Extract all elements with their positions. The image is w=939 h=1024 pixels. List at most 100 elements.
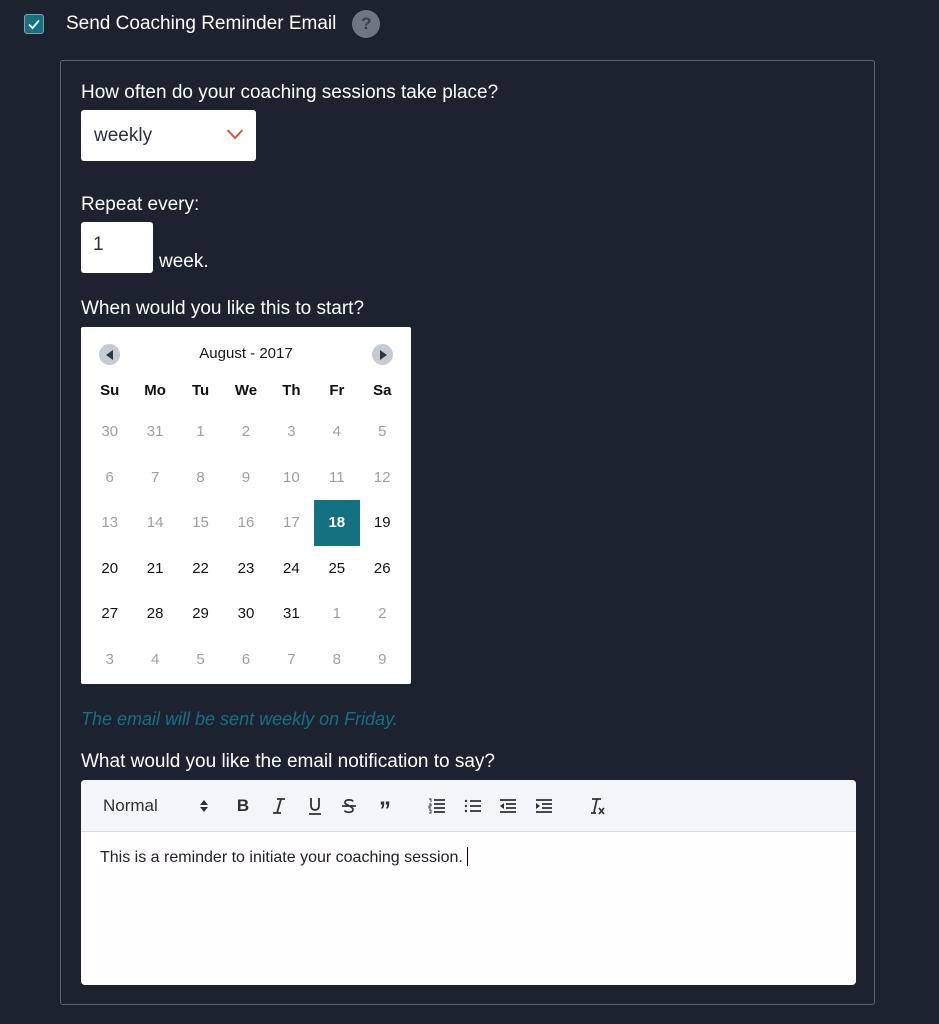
bold-icon: B	[236, 795, 250, 815]
calendar-day-disabled: 7	[287, 650, 296, 668]
calendar-day-disabled: 16	[237, 514, 255, 532]
calendar-day[interactable]: 28	[132, 591, 177, 637]
send-reminder-label: Send Coaching Reminder Email	[66, 13, 337, 34]
calendar-day[interactable]: 23	[223, 546, 268, 592]
indent-button[interactable]	[532, 780, 556, 831]
help-icon[interactable]: ?	[352, 10, 381, 38]
weekday-label: Sa	[373, 382, 392, 399]
calendar-day-disabled: 7	[150, 468, 160, 486]
calendar-day-disabled: 4	[150, 650, 160, 668]
calendar-day[interactable]: 31	[269, 591, 314, 637]
bullet-list-button[interactable]	[461, 780, 485, 831]
triangle-right-icon	[379, 349, 387, 360]
calendar-grid: Su Mo Tu We Th Fr Sa 30 31 1 2 3 4 5 6 7 8 9 10 11 12 13 14 15…	[87, 373, 405, 683]
next-month-button[interactable]	[372, 344, 393, 365]
frequency-select-value: weekly	[94, 124, 153, 146]
text-caret	[466, 847, 469, 866]
underline-icon	[309, 797, 321, 815]
calendar-day-selected[interactable]: 18	[314, 500, 360, 546]
calendar-day-disabled: 3	[105, 650, 114, 668]
chevron-down-icon	[226, 129, 244, 140]
calendar-day-disabled: 9	[241, 468, 251, 486]
bold-button[interactable]: B	[231, 780, 255, 831]
repeat-label: Repeat every:	[81, 194, 200, 215]
weekday-header: Su Mo Tu We Th Fr Sa	[87, 373, 405, 409]
calendar-day-disabled: 2	[241, 423, 251, 440]
quote-icon: ”	[379, 796, 391, 824]
calendar-day-disabled: 2	[378, 605, 387, 623]
calendar-day[interactable]: 24	[269, 546, 314, 592]
calendar-day[interactable]: 22	[178, 546, 223, 592]
ordered-list-icon	[428, 798, 445, 813]
calendar-day[interactable]: 27	[87, 591, 132, 637]
strikethrough-icon	[342, 798, 356, 813]
calendar-day-disabled: 14	[146, 514, 164, 532]
calendar-day[interactable]: 19	[360, 500, 405, 546]
calendar-month-title: August - 2017	[199, 345, 293, 362]
calendar-day-disabled: 9	[378, 650, 387, 668]
calendar-week-row: 13 14 15 16 17 18 19	[87, 500, 405, 546]
indent-icon	[536, 798, 552, 813]
calendar-day-disabled: 10	[283, 468, 300, 486]
message-question: What would you like the email notificati…	[81, 751, 495, 772]
calendar-day-disabled: 1	[196, 423, 205, 440]
calendar-day[interactable]: 26	[360, 546, 405, 592]
frequency-select[interactable]: weekly	[81, 110, 256, 161]
calendar-day-disabled: 11	[329, 468, 345, 486]
calendar-day-disabled: 8	[196, 468, 205, 486]
calendar-week-row: 6 7 8 9 10 11 12	[87, 455, 405, 501]
underline-button[interactable]	[303, 780, 327, 831]
calendar-day[interactable]: 25	[314, 546, 359, 592]
repeat-interval-input[interactable]: 1	[81, 222, 153, 273]
calendar-day-disabled: 1	[332, 605, 341, 623]
calendar-day-disabled: 5	[378, 423, 387, 440]
updown-arrows-icon	[200, 799, 208, 812]
weekday-label: Su	[100, 382, 120, 399]
calendar-day[interactable]: 29	[178, 591, 223, 637]
outdent-icon	[500, 798, 516, 813]
weekday-label: Tu	[191, 382, 210, 399]
weekday-label: Th	[282, 382, 301, 399]
calendar-day-disabled: 6	[105, 468, 114, 486]
weekday-label: We	[234, 382, 258, 399]
calendar-day-disabled: 12	[373, 468, 391, 486]
send-reminder-checkbox[interactable]	[24, 14, 44, 34]
clear-format-button[interactable]	[586, 780, 610, 831]
italic-icon	[273, 797, 285, 814]
calendar-day[interactable]: 30	[223, 591, 268, 637]
calendar-day-disabled: 8	[332, 650, 341, 668]
send-reminder-row: Send Coaching Reminder Email ?	[24, 10, 381, 38]
format-select-value: Normal	[103, 795, 158, 815]
calendar-day-disabled: 5	[196, 650, 205, 668]
strikethrough-button[interactable]	[337, 780, 361, 831]
calendar-week-row: 20 21 22 23 24 25 26	[87, 546, 405, 592]
format-select[interactable]: Normal	[103, 780, 208, 831]
outdent-button[interactable]	[496, 780, 520, 831]
weekday-label: Mo	[144, 382, 166, 399]
start-question: When would you like this to start?	[81, 298, 365, 319]
calendar-day-disabled: 17	[283, 514, 300, 532]
frequency-question: How often do your coaching sessions take…	[81, 82, 499, 103]
calendar-day[interactable]: 21	[132, 546, 177, 592]
calendar-day-disabled: 30	[101, 423, 119, 440]
message-body-editor[interactable]: This is a reminder to initiate your coac…	[81, 832, 856, 882]
start-date-calendar: August - 2017 Su Mo Tu We Th Fr Sa 30 31 1 2 3 4 5 6 7…	[81, 327, 411, 684]
calendar-weeks: 30 31 1 2 3 4 5 6 7 8 9 10 11 12 13 14 15 16 17 18 19 20 21 22 2…	[87, 409, 405, 683]
calendar-day-disabled: 15	[192, 514, 209, 532]
reminder-settings-panel: How often do your coaching sessions take…	[60, 60, 875, 1005]
calendar-day-disabled: 6	[241, 650, 251, 668]
clear-format-icon	[591, 797, 605, 815]
bullet-list-icon	[464, 799, 481, 812]
calendar-week-row: 3 4 5 6 7 8 9	[87, 637, 405, 683]
blockquote-button[interactable]: ”	[373, 780, 397, 831]
rich-text-editor: Normal B ” This is a reminder to initiat…	[81, 780, 856, 985]
italic-button[interactable]	[267, 780, 291, 831]
calendar-day-disabled: 4	[332, 423, 341, 440]
calendar-day[interactable]: 20	[87, 546, 132, 592]
check-icon	[28, 19, 40, 30]
calendar-week-row: 27 28 29 30 31 1 2	[87, 591, 405, 637]
calendar-week-row: 30 31 1 2 3 4 5	[87, 409, 405, 455]
schedule-summary: The email will be sent weekly on Friday.	[81, 709, 398, 729]
ordered-list-button[interactable]	[425, 780, 449, 831]
repeat-unit-label: week.	[159, 251, 209, 272]
